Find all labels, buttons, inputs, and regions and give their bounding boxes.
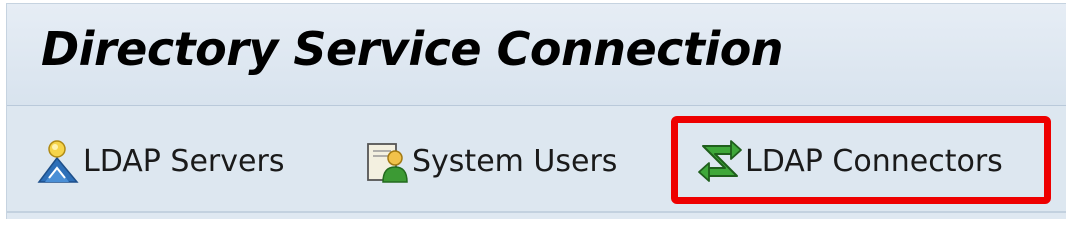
title-bar: Directory Service Connection [7,4,1066,106]
ldap-servers-button[interactable]: LDAP Servers [35,134,284,188]
system-users-button[interactable]: System Users [364,134,617,188]
system-user-icon [364,138,410,184]
ldap-server-icon [35,138,81,184]
sap-screen: Directory Service Connection LDAP Server… [6,3,1066,219]
page-title: Directory Service Connection [41,22,784,76]
application-toolbar: LDAP Servers System Users LDAP Connector… [7,106,1066,213]
highlight-box [671,116,1051,204]
ldap-servers-label: LDAP Servers [83,143,285,179]
system-users-label: System Users [412,143,618,179]
